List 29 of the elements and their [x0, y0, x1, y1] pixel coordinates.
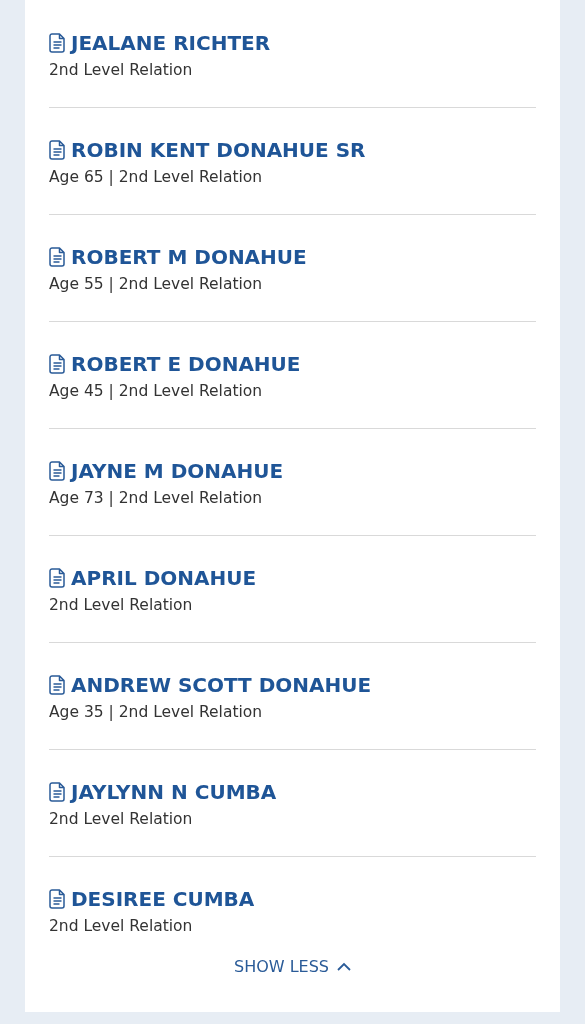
relation-detail: Age 45 | 2nd Level Relation — [49, 381, 264, 402]
relation-name[interactable]: ROBIN KENT DONAHUE SR — [71, 136, 366, 164]
relation-name[interactable]: DESIREE CUMBA — [71, 885, 255, 913]
relation-name[interactable]: APRIL DONAHUE — [71, 564, 257, 592]
relation-name[interactable]: ROBERT E DONAHUE — [71, 350, 301, 378]
relation-detail: Age 35 | 2nd Level Relation — [49, 702, 264, 723]
document-icon — [49, 568, 66, 588]
relation-name[interactable]: ROBERT M DONAHUE — [71, 243, 307, 271]
relation-detail: 2nd Level Relation — [49, 60, 194, 81]
relation-name[interactable]: ANDREW SCOTT DONAHUE — [71, 671, 372, 699]
document-icon — [49, 33, 66, 53]
relation-detail: 2nd Level Relation — [49, 916, 194, 937]
document-icon — [49, 354, 66, 374]
relation-name[interactable]: JAYNE M DONAHUE — [71, 457, 284, 485]
document-icon — [49, 889, 66, 909]
document-icon — [49, 247, 66, 267]
relation-name[interactable]: JEALANE RICHTER — [71, 29, 271, 57]
document-icon — [49, 461, 66, 481]
document-icon — [49, 782, 66, 802]
relation-detail: Age 73 | 2nd Level Relation — [49, 488, 264, 509]
relation-name[interactable]: JAYLYNN N CUMBA — [71, 778, 277, 806]
relation-detail: 2nd Level Relation — [49, 595, 194, 616]
show-less-button[interactable]: SHOW LESS — [228, 953, 357, 980]
relation-detail: Age 55 | 2nd Level Relation — [49, 274, 264, 295]
chevron-icon — [337, 962, 351, 971]
relation-detail: Age 65 | 2nd Level Relation — [49, 167, 264, 188]
document-icon — [49, 140, 66, 160]
document-icon — [49, 675, 66, 695]
relation-detail: 2nd Level Relation — [49, 809, 194, 830]
